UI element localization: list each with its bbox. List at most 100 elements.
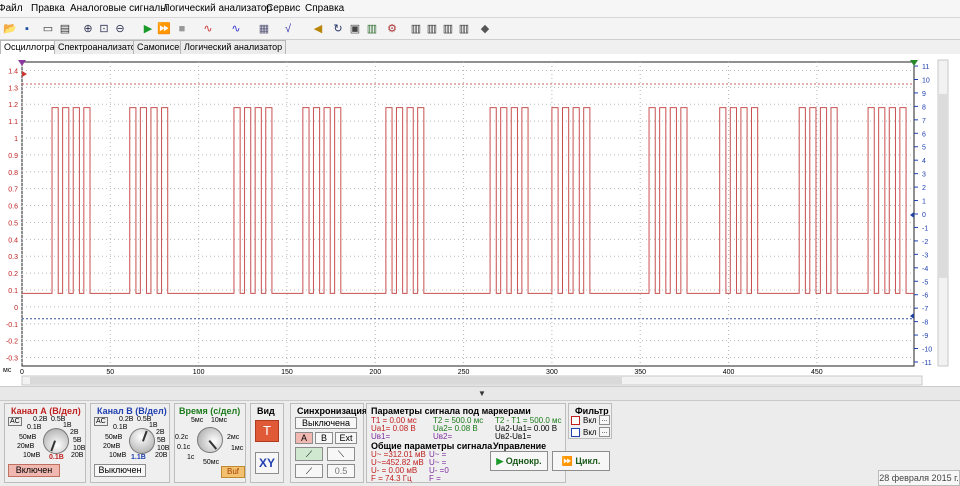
ch-b-scale-label: 1В	[149, 422, 158, 429]
zoom-out-icon[interactable]: ⊖	[112, 21, 128, 37]
logic4-icon[interactable]: ▥	[456, 21, 472, 37]
sync-falling-edge-icon[interactable]: ⟍	[327, 447, 355, 461]
time-scale-label: 0.1с	[177, 444, 191, 451]
ch-b-scale-label: 20В	[155, 452, 168, 459]
single-run-button[interactable]: ▶ Однокр.	[490, 451, 548, 471]
channel-a-title: Канал А (В/дел)	[11, 406, 81, 416]
marker-ub2: Uв2=	[433, 432, 453, 441]
refresh-icon[interactable]: ↻	[330, 21, 346, 37]
calc-icon[interactable]: ▥	[364, 21, 380, 37]
general-r4: F =	[429, 474, 441, 483]
channel-a-toggle-button[interactable]: Включен	[8, 464, 60, 477]
sync-b-button[interactable]: B	[315, 432, 333, 444]
preview-icon[interactable]: ▭	[40, 21, 56, 37]
play-fast-icon[interactable]: ⏩	[156, 21, 172, 37]
logic3-icon[interactable]: ▥	[440, 21, 456, 37]
x-axis: 0 50 100 150 200 250 300 350 400 450	[20, 369, 823, 376]
signal-sub-icon[interactable]: ∿	[228, 21, 244, 37]
view-t-button[interactable]: T	[255, 420, 279, 442]
x-tick-label: 150	[281, 369, 293, 376]
horizontal-scrollbar-thumb[interactable]	[30, 377, 622, 384]
zoom-in-icon[interactable]: ⊕	[80, 21, 96, 37]
single-play-icon: ▶	[496, 456, 504, 466]
channel-a-knob[interactable]	[39, 424, 73, 458]
control-panel: Канал А (В/дел) AC 0.2В 0.5В 0.1В 1В 2В …	[0, 400, 960, 486]
settings-icon[interactable]: ⚙	[384, 21, 400, 37]
image-icon[interactable]: ▣	[347, 21, 363, 37]
logic2-icon[interactable]: ▥	[424, 21, 440, 37]
y-right-tick-label: -8	[922, 320, 928, 327]
y-left-tick-label: -0.2	[6, 339, 18, 346]
ch-b-scale-label: 0.1В	[113, 424, 128, 431]
volume-icon[interactable]: ◀	[310, 21, 326, 37]
view-xy-button[interactable]: XY	[255, 452, 279, 474]
open-icon[interactable]: 📂	[2, 21, 18, 37]
sync-mode-icon[interactable]: ⟋	[295, 464, 323, 478]
oscilloscope-plot[interactable]: 1.4 1.3 1.2 1.1 1 0.9 0.8 0.7 0.6 0.5 0.4 0.3 0.2 0.1…	[0, 54, 960, 386]
vertical-scrollbar-thumb[interactable]	[939, 94, 947, 278]
y-right-tick-label: -4	[922, 266, 928, 273]
filter-a-label: Вкл	[583, 416, 597, 425]
menu-service[interactable]: Сервис	[266, 3, 300, 14]
tab-logic[interactable]: Логический анализатор	[180, 40, 287, 54]
sync-a-button[interactable]: A	[295, 432, 313, 444]
channel-b-knob[interactable]	[125, 424, 159, 458]
menu-help[interactable]: Справка	[305, 3, 344, 14]
sync-group: Синхронизация Выключена A B Ext ⟋ ⟍ ⟋ 0.…	[290, 403, 367, 483]
sync-level-input[interactable]: 0.5	[327, 464, 355, 478]
ch-b-scale-label: 2В	[156, 429, 165, 436]
filter-b-checkbox[interactable]	[571, 428, 580, 437]
time-scale-label: 50мс	[203, 459, 220, 466]
time-knob[interactable]	[191, 421, 229, 459]
x-tick-label: 450	[811, 369, 823, 376]
control-title: Управление	[493, 441, 547, 451]
menu-file[interactable]: Файл	[0, 3, 23, 14]
logic1-icon[interactable]: ▥	[408, 21, 424, 37]
sync-rising-edge-icon[interactable]: ⟋	[295, 447, 323, 461]
memory-icon[interactable]: ▦	[256, 21, 272, 37]
eraser-icon[interactable]: ◆	[477, 21, 493, 37]
right-axis: 11109876543210-1-2-3-4-5-6-7-8-9-10-11	[914, 64, 932, 367]
channel-b-group: Канал В (В/дел) AC 0.2В 0.5В 0.1В 1В 2В …	[90, 403, 170, 483]
zoom-fit-icon[interactable]: ⊡	[96, 21, 112, 37]
y-right-tick-label: 0	[922, 212, 926, 219]
sync-mode-button[interactable]: Выключена	[295, 417, 357, 429]
menu-analog[interactable]: Аналоговые сигналы	[70, 3, 167, 14]
x-tick-label: 200	[369, 369, 381, 376]
filter-a-checkbox[interactable]	[571, 416, 580, 425]
math-icon[interactable]: √	[280, 21, 296, 37]
print-icon[interactable]: ▤	[57, 21, 73, 37]
save-icon[interactable]: ▪	[19, 21, 35, 37]
menu-logic[interactable]: Логический анализатор	[163, 3, 272, 14]
tab-spectrum[interactable]: Спектроанализатор	[54, 40, 145, 54]
channel-b-ac-dc-icon[interactable]: AC	[94, 417, 108, 426]
x-tick-label: 250	[458, 369, 470, 376]
signal-add-icon[interactable]: ∿	[200, 21, 216, 37]
ch-a-scale-label: 2В	[70, 429, 79, 436]
play-icon[interactable]: ▶	[140, 21, 156, 37]
channel-a-ac-dc-icon[interactable]: AC	[8, 417, 22, 426]
ch-b-scale-label: 0.2В	[119, 416, 134, 423]
cycle-run-label: Цикл.	[575, 456, 601, 466]
time-scale-label: 2мс	[227, 434, 240, 441]
filter-a-settings-button[interactable]: ...	[599, 415, 610, 425]
channel-a-group: Канал А (В/дел) AC 0.2В 0.5В 0.1В 1В 2В …	[4, 403, 86, 483]
cycle-run-button[interactable]: ⏩ Цикл.	[552, 451, 610, 471]
view-group: Вид T XY	[250, 403, 284, 483]
stop-icon[interactable]: ■	[174, 21, 190, 37]
tab-bar: Осциллограф Спектроанализатор Самописец …	[0, 40, 960, 54]
y-right-tick-label: 7	[922, 118, 926, 125]
splitter-arrow-icon[interactable]: ▼	[478, 389, 486, 398]
general-l4: F = 74.3 Гц	[371, 474, 412, 483]
splitter[interactable]: ▼	[0, 386, 960, 400]
y-right-tick-label: 10	[922, 77, 930, 84]
y-left-tick-label: 1.1	[8, 119, 18, 126]
ch-a-scale-label: 20мВ	[17, 443, 35, 450]
y-left-tick-label: 0.5	[8, 220, 18, 227]
filter-b-settings-button[interactable]: ...	[599, 427, 610, 437]
y-right-tick-label: -3	[922, 252, 928, 259]
buffer-button[interactable]: Buf	[221, 466, 245, 478]
channel-b-toggle-button[interactable]: Выключен	[94, 464, 146, 477]
sync-ext-button[interactable]: Ext	[335, 432, 357, 444]
menu-edit[interactable]: Правка	[31, 3, 65, 14]
